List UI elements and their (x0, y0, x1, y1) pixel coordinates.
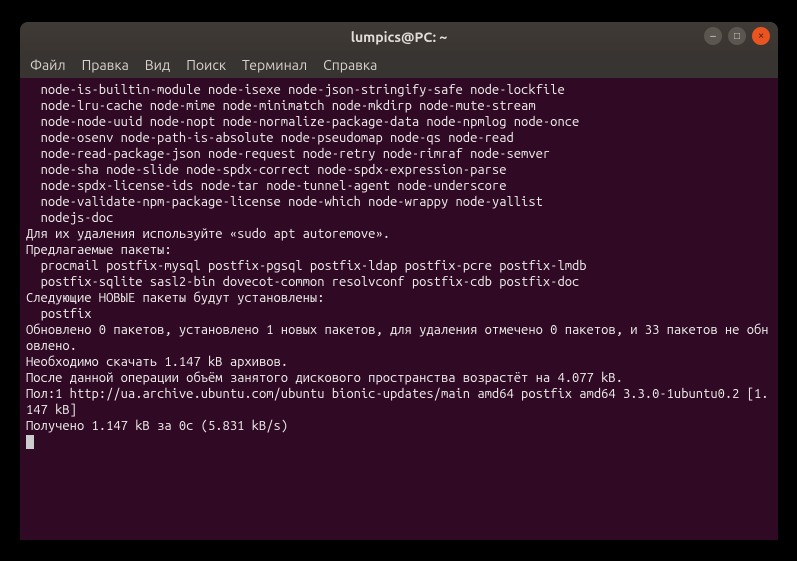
output-line: Необходимо скачать 1.147 kB архивов. (26, 355, 288, 369)
output-line: Предлагаемые пакеты: (26, 243, 172, 257)
menu-file[interactable]: Файл (30, 57, 66, 73)
output-line: Получено 1.147 kB за 0с (5.831 kB/s) (26, 419, 288, 433)
output-line: node-is-builtin-module node-isexe node-j… (26, 83, 565, 97)
output-line: Пол:1 http://ua.archive.ubuntu.com/ubunt… (26, 387, 769, 417)
titlebar[interactable]: lumpics@PC: ~ – □ × (20, 22, 778, 52)
terminal-window: lumpics@PC: ~ – □ × Файл Правка Вид Поис… (20, 22, 778, 540)
output-line: Обновлено 0 пакетов, установлено 1 новых… (26, 323, 769, 353)
output-line: Для их удаления используйте «sudo apt au… (26, 227, 390, 241)
maximize-icon[interactable]: □ (728, 27, 746, 45)
cursor-icon (26, 435, 34, 449)
menu-view[interactable]: Вид (145, 57, 170, 73)
output-line: procmail postfix-mysql postfix-pgsql pos… (26, 259, 587, 273)
menubar: Файл Правка Вид Поиск Терминал Справка (20, 52, 778, 78)
output-line: node-spdx-license-ids node-tar node-tunn… (26, 179, 506, 193)
output-line: nodejs-doc (26, 211, 113, 225)
output-line: postfix-sqlite sasl2-bin dovecot-common … (26, 275, 579, 289)
window-controls: – □ × (704, 27, 770, 45)
close-icon[interactable]: × (752, 27, 770, 45)
output-line: node-sha node-slide node-spdx-correct no… (26, 163, 506, 177)
window-title: lumpics@PC: ~ (351, 29, 448, 45)
output-line: После данной операции объём занятого дис… (26, 371, 623, 385)
output-line: node-read-package-json node-request node… (26, 147, 550, 161)
output-line: node-osenv node-path-is-absolute node-ps… (26, 131, 514, 145)
output-line: postfix (26, 307, 92, 321)
output-line: node-node-uuid node-nopt node-normalize-… (26, 115, 579, 129)
menu-terminal[interactable]: Терминал (242, 57, 307, 73)
menu-help[interactable]: Справка (323, 57, 377, 73)
output-line: node-lru-cache node-mime node-minimatch … (26, 99, 536, 113)
terminal-output[interactable]: node-is-builtin-module node-isexe node-j… (20, 78, 778, 540)
output-line: Следующие НОВЫЕ пакеты будут установлены… (26, 291, 324, 305)
output-line: node-validate-npm-package-license node-w… (26, 195, 543, 209)
menu-search[interactable]: Поиск (186, 57, 226, 73)
minimize-icon[interactable]: – (704, 27, 722, 45)
menu-edit[interactable]: Правка (82, 57, 129, 73)
